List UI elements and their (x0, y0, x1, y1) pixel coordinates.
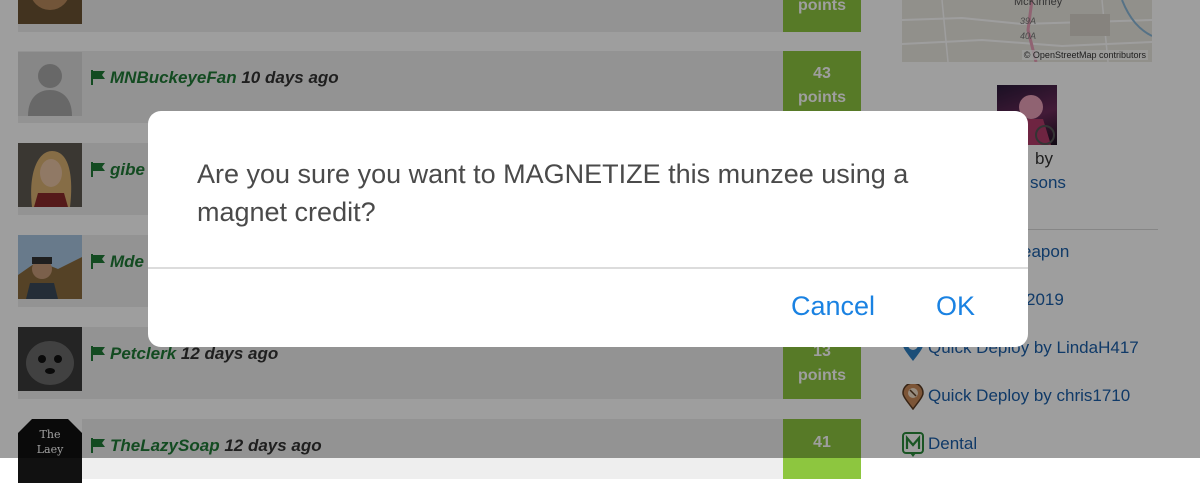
cancel-button[interactable]: Cancel (791, 291, 875, 322)
page: points MNBuckeyeFan 10 days ago 43 point… (0, 0, 1200, 483)
dialog-message: Are you sure you want to MAGNETIZE this … (197, 159, 909, 227)
ok-button[interactable]: OK (936, 291, 975, 322)
confirm-dialog: Are you sure you want to MAGNETIZE this … (148, 111, 1028, 347)
dialog-divider (148, 267, 1028, 269)
